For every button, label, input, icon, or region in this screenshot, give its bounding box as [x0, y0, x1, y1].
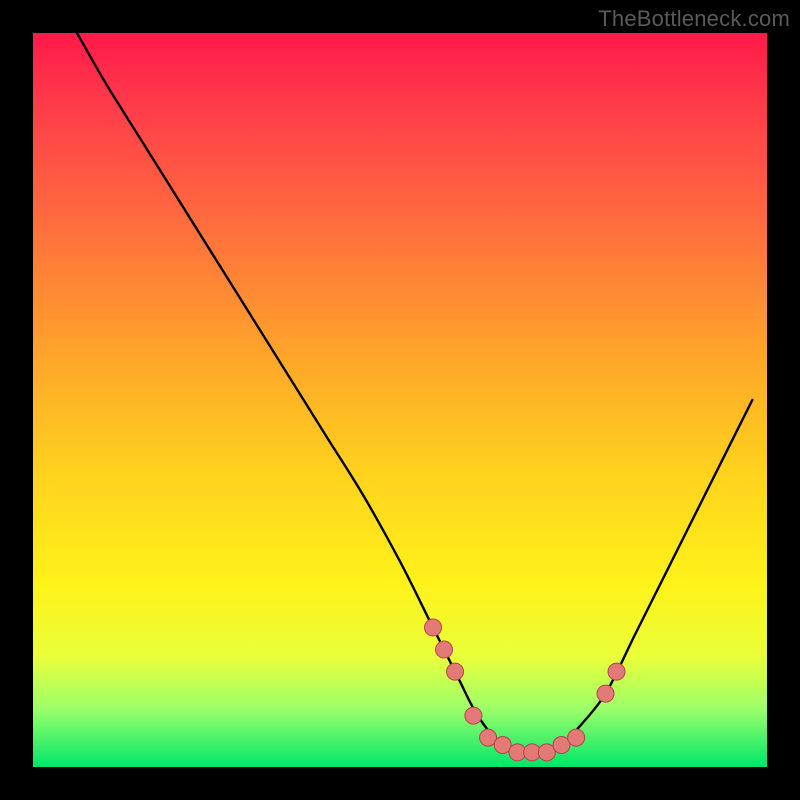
marker-dot [425, 619, 442, 636]
marker-dot [436, 641, 453, 658]
plot-area [33, 33, 767, 767]
marker-dot [597, 685, 614, 702]
attribution-label: TheBottleneck.com [598, 6, 790, 32]
marker-dot [447, 663, 464, 680]
marker-dot [608, 663, 625, 680]
chart-svg [33, 33, 767, 767]
bottleneck-curve [77, 33, 752, 753]
chart-stage: TheBottleneck.com [0, 0, 800, 800]
marker-dot [465, 707, 482, 724]
highlight-markers [425, 619, 626, 761]
marker-dot [568, 729, 585, 746]
